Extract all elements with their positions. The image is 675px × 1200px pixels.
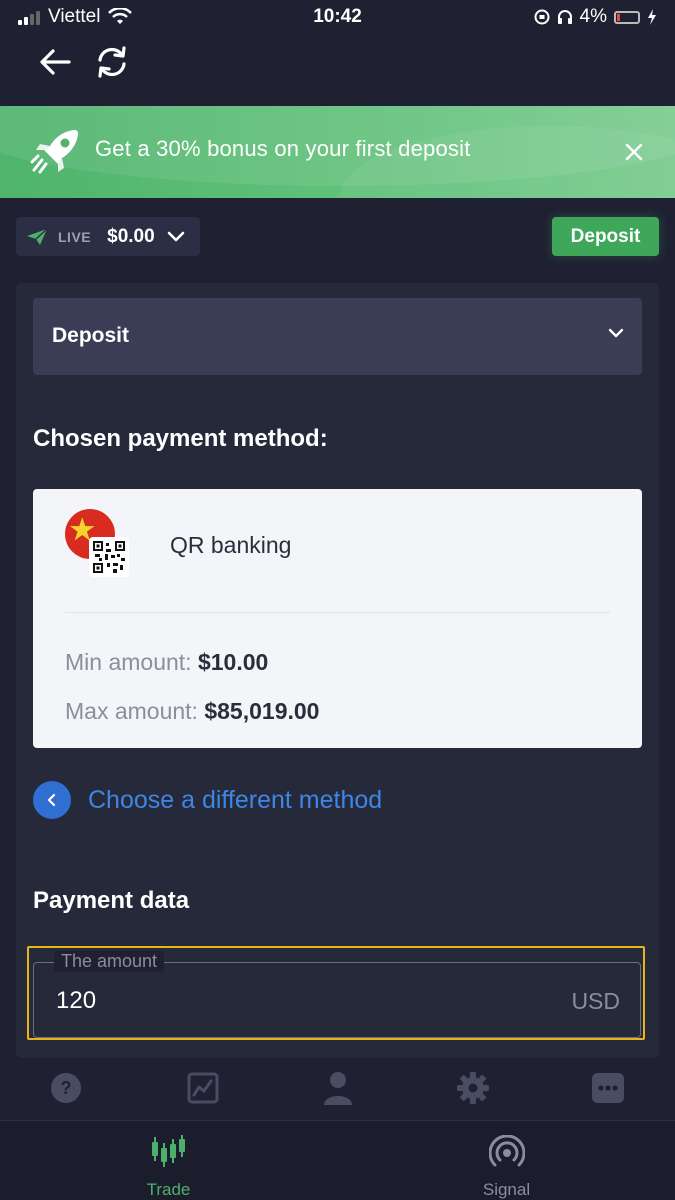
min-amount-row: Min amount: $10.00 <box>65 649 268 676</box>
max-amount-label: Max amount: <box>65 698 198 724</box>
bonus-banner[interactable]: Get a 30% bonus on your first deposit <box>0 106 675 198</box>
payment-data-heading: Payment data <box>33 887 190 914</box>
chevron-left-icon <box>33 781 71 819</box>
status-right: 4% <box>534 6 657 28</box>
chosen-method-heading: Chosen payment method: <box>33 425 328 452</box>
banner-text: Get a 30% bonus on your first deposit <box>95 136 471 161</box>
refresh-icon <box>98 46 126 78</box>
back-arrow-icon <box>40 49 71 75</box>
tab-trade-label: Trade <box>146 1180 191 1199</box>
banner-close-button[interactable] <box>618 136 650 168</box>
back-button[interactable] <box>33 40 77 84</box>
headphones-icon <box>557 10 572 24</box>
deposit-screen: Viettel 10:42 4% Get a 30% bonus on your… <box>0 0 675 1200</box>
user-icon <box>324 1072 352 1105</box>
rocket-icon <box>30 130 78 174</box>
section-dropdown[interactable]: Deposit <box>33 298 642 375</box>
tab-signal-label: Signal <box>482 1180 531 1199</box>
quick-actions-bar: ? <box>0 1060 675 1118</box>
more-icon <box>592 1073 624 1103</box>
battery-percent: 4% <box>579 6 607 27</box>
candlestick-icon <box>151 1135 185 1167</box>
amount-value[interactable]: 120 <box>56 987 96 1015</box>
account-balance: $0.00 <box>107 225 155 247</box>
min-amount-value: $10.00 <box>197 649 269 675</box>
payment-method-card: QR banking Min amount: $10.00 Max amount… <box>33 489 642 748</box>
payment-method-name: QR banking <box>170 532 292 558</box>
amount-label: The amount <box>54 951 165 972</box>
chevron-down-icon <box>608 328 624 338</box>
account-selector[interactable]: LIVE $0.00 <box>16 217 200 256</box>
help-icon: ? <box>51 1073 81 1103</box>
profile-button[interactable] <box>320 1070 356 1106</box>
deposit-button[interactable]: Deposit <box>552 217 659 256</box>
tab-trade[interactable]: Trade <box>0 1121 337 1200</box>
status-bar: Viettel 10:42 4% <box>0 0 675 34</box>
more-button[interactable] <box>590 1070 626 1106</box>
top-nav <box>0 40 675 100</box>
qr-code-icon <box>89 537 129 577</box>
close-icon <box>625 143 643 161</box>
chart-button[interactable] <box>185 1070 221 1106</box>
max-amount-value: $85,019.00 <box>204 698 320 724</box>
choose-different-method-link[interactable]: Choose a different method <box>33 780 382 820</box>
section-dropdown-label: Deposit <box>52 324 130 347</box>
settings-button[interactable] <box>455 1070 491 1106</box>
tab-signal[interactable]: Signal <box>338 1121 675 1200</box>
choose-different-method-text: Choose a different method <box>88 785 383 814</box>
refresh-button[interactable] <box>90 40 134 84</box>
min-amount-label: Min amount: <box>65 649 192 675</box>
max-amount-row: Max amount: $85,019.00 <box>65 698 319 725</box>
help-button[interactable]: ? <box>48 1070 84 1106</box>
charging-icon <box>648 9 656 25</box>
svg-text:?: ? <box>61 1078 72 1098</box>
amount-input[interactable]: The amount 120 USD <box>33 951 641 1038</box>
settings-icon <box>457 1072 489 1104</box>
chevron-down-icon <box>167 231 184 241</box>
signal-icon <box>488 1135 525 1167</box>
bottom-tab-bar: Trade Signal <box>0 1120 675 1200</box>
battery-icon <box>614 10 640 24</box>
account-type-label: LIVE <box>58 228 92 245</box>
chart-icon <box>187 1072 219 1104</box>
currency-label: USD <box>571 988 620 1014</box>
orientation-lock-icon <box>534 9 550 25</box>
paper-plane-icon <box>27 227 48 245</box>
card-divider <box>65 612 610 613</box>
